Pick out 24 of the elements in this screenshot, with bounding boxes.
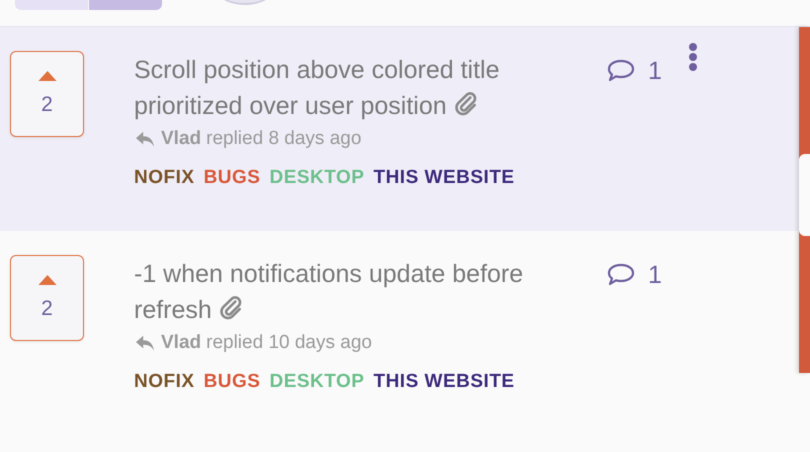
tag-label[interactable]: NOFIX	[134, 371, 195, 393]
panel-handle[interactable]	[799, 154, 810, 236]
upvote-icon	[38, 275, 56, 285]
tag-label[interactable]: THIS WEBSITE	[373, 371, 515, 393]
activity-text: replied 10 days ago	[206, 332, 372, 354]
tag-label[interactable]: THIS WEBSITE	[373, 167, 515, 189]
tag-label[interactable]: NOFIX	[134, 167, 195, 189]
comment-icon	[606, 262, 636, 288]
upvote-button[interactable]: 2	[10, 255, 84, 341]
username[interactable]: Vlad	[161, 332, 202, 354]
tag-label[interactable]: BUGS	[204, 371, 260, 393]
topic-row[interactable]: 2 Scroll position above colored title prioritized over user position Vlad replied 8 days ago NOFIX BUGS DESKTOP THIS WEBSITE 1	[0, 27, 799, 231]
more-options-icon[interactable]	[688, 42, 698, 72]
reply-icon	[134, 130, 156, 148]
topic-title[interactable]: Scroll position above colored title prioritized over user position	[134, 52, 604, 124]
reply-icon	[134, 334, 156, 352]
comment-count: 1	[648, 260, 662, 290]
comment-icon	[606, 58, 636, 84]
activity-text: replied 8 days ago	[206, 128, 362, 150]
tag-label[interactable]: BUGS	[204, 167, 260, 189]
topic-title[interactable]: -1 when notifications update before refresh	[134, 256, 604, 328]
comment-count: 1	[648, 56, 662, 86]
upvote-icon	[38, 71, 56, 81]
upvote-button[interactable]: 2	[10, 51, 84, 137]
